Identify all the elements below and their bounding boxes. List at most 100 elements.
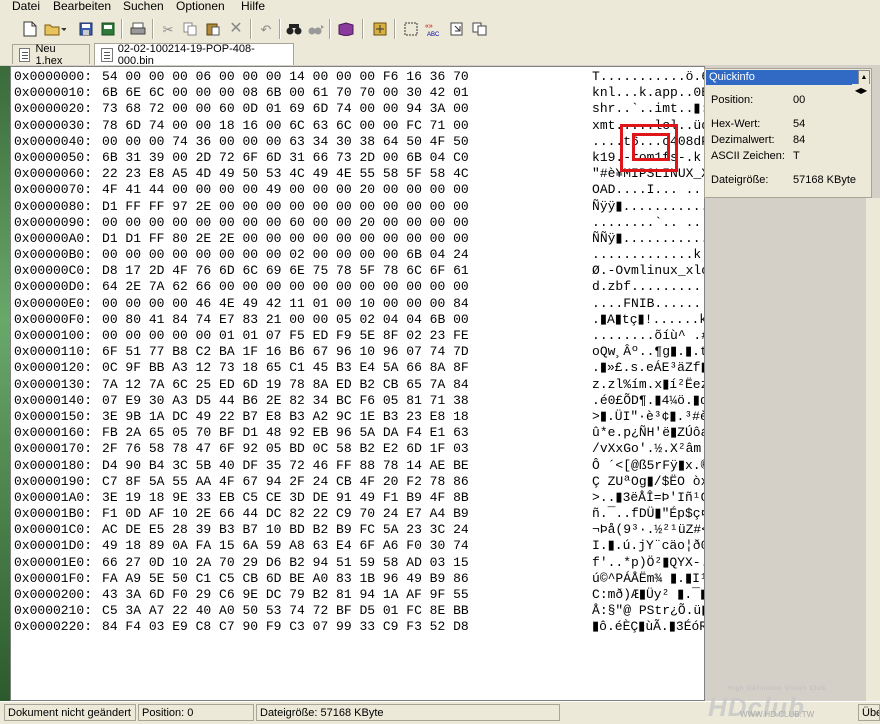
save-icon[interactable] (76, 19, 96, 39)
hex-row-bytes[interactable]: 00 80 41 84 74 E7 83 21 00 00 05 02 04 0… (102, 312, 574, 328)
hex-row[interactable]: 0x0000040: 00 00 00 74 36 00 00 00 63 34 … (14, 134, 704, 150)
hex-row[interactable]: 0x0000150: 3E 9B 1A DC 49 22 B7 E8 B3 A2 … (14, 409, 704, 425)
hex-row-bytes[interactable]: 0C 9F BB A3 12 73 18 65 C1 45 B3 E4 5A 6… (102, 360, 574, 376)
hex-row-text[interactable]: Ø.-Ovmlinux_xloa (592, 263, 704, 279)
hex-row[interactable]: 0x00000D0: 64 2E 7A 62 66 00 00 00 00 00 … (14, 279, 704, 295)
hex-row-text[interactable]: /vXxGo'.½.X²âm.. (592, 441, 704, 457)
hex-row[interactable]: 0x0000000: 54 00 00 00 06 00 00 00 14 00 … (14, 69, 704, 85)
hex-row-text[interactable]: C:mð)Æ▮Üy² ▮.¯▮U (592, 587, 704, 603)
vertical-scrollbar[interactable] (866, 198, 880, 701)
hex-row-text[interactable]: z.zl%ím.x▮í²Ëez▮ (592, 377, 704, 393)
cut-icon[interactable]: ✂ (158, 19, 178, 39)
hex-row-text[interactable]: ÑÑÿ▮............ (592, 231, 704, 247)
hex-row-bytes[interactable]: 54 00 00 00 06 00 00 00 14 00 00 00 F6 1… (102, 69, 574, 85)
hex-row-bytes[interactable]: 66 27 0D 10 2A 70 29 D6 B2 94 51 59 58 A… (102, 555, 574, 571)
hex-row-bytes[interactable]: 2F 76 58 78 47 6F 92 05 BD 0C 58 B2 E2 6… (102, 441, 574, 457)
hex-row-bytes[interactable]: C5 3A A7 22 40 A0 50 53 74 72 BF D5 01 F… (102, 603, 574, 619)
hex-row-text[interactable]: ¬Þå(9³·.½²¹üZ#<$ (592, 522, 704, 538)
menu-datei[interactable]: Datei (12, 0, 40, 15)
hex-editor[interactable]: 0x0000000: 54 00 00 00 06 00 00 00 14 00 … (10, 66, 705, 701)
hex-row[interactable]: 0x00000F0: 00 80 41 84 74 E7 83 21 00 00 … (14, 312, 704, 328)
hex-row-bytes[interactable]: 6B 31 39 00 2D 72 6F 6D 31 66 73 2D 00 6… (102, 150, 574, 166)
hex-row-bytes[interactable]: FB 2A 65 05 70 BF D1 48 92 EB 96 5A DA F… (102, 425, 574, 441)
hex-row-bytes[interactable]: 43 3A 6D F0 29 C6 9E DC 79 B2 81 94 1A A… (102, 587, 574, 603)
hex-row-text[interactable]: T...........ö.6p (592, 69, 704, 85)
paste-icon[interactable] (203, 19, 223, 39)
hex-row-text[interactable]: Ñÿÿ▮............ (592, 199, 704, 215)
hex-row-text[interactable]: û*e.p¿ÑH'ë▮ZÚôác (592, 425, 704, 441)
menu-suchen[interactable]: Suchen (123, 0, 164, 15)
hex-row[interactable]: 0x00001C0: AC DE E5 28 39 B3 B7 10 BD B2 … (14, 522, 704, 538)
hex-row-bytes[interactable]: 49 18 89 0A FA 15 6A 59 A8 63 E4 6F A6 F… (102, 538, 574, 554)
hex-row-bytes[interactable]: 4F 41 44 00 00 00 00 49 00 00 00 20 00 0… (102, 182, 574, 198)
hex-row[interactable]: 0x0000050: 6B 31 39 00 2D 72 6F 6D 31 66 … (14, 150, 704, 166)
hex-row[interactable]: 0x0000080: D1 FF FF 97 2E 00 00 00 00 00 … (14, 199, 704, 215)
hex-row-text[interactable]: >▮.ÜI"·è³¢▮.³#è. (592, 409, 704, 425)
hex-row[interactable]: 0x0000030: 78 6D 74 00 00 18 16 00 6C 63 … (14, 118, 704, 134)
hex-row-bytes[interactable]: D4 90 B4 3C 5B 40 DF 35 72 46 FF 88 78 1… (102, 458, 574, 474)
hex-row-text[interactable]: Å:§"@ PStr¿Õ.ü▮» (592, 603, 704, 619)
convert-icon[interactable]: «» ABC (424, 19, 444, 39)
hex-row[interactable]: 0x0000190: C7 8F 5A 55 AA 4F 67 94 2F 24 … (14, 474, 704, 490)
hex-row[interactable]: 0x0000110: 6F 51 77 B8 C2 BA 1F 16 B6 67 … (14, 344, 704, 360)
hex-row[interactable]: 0x00000B0: 00 00 00 00 00 00 00 00 02 00 … (14, 247, 704, 263)
quickinfo-nav-arrows[interactable]: ◀▶ (852, 84, 870, 98)
hex-row[interactable]: 0x0000170: 2F 76 58 78 47 6F 92 05 BD 0C … (14, 441, 704, 457)
delete-icon[interactable]: ✕ (226, 19, 246, 39)
hex-row[interactable]: 0x00001A0: 3E 19 18 9E 33 EB C5 CE 3D DE … (14, 490, 704, 506)
hex-row-text[interactable]: ........`.. .... (592, 215, 704, 231)
hex-row-bytes[interactable]: 64 2E 7A 62 66 00 00 00 00 00 00 00 00 0… (102, 279, 574, 295)
hex-row-text[interactable]: >..▮3ëÅÎ=Þ'Iñ¹O▮ (592, 490, 704, 506)
bookmark-icon[interactable] (336, 19, 356, 39)
hex-row[interactable]: 0x00001B0: F1 0D AF 10 2E 66 44 DC 82 22 … (14, 506, 704, 522)
export-icon[interactable] (447, 19, 467, 39)
hex-row-bytes[interactable]: FA A9 5E 50 C1 C5 CB 6D BE A0 83 1B 96 4… (102, 571, 574, 587)
hex-row[interactable]: 0x00001E0: 66 27 0D 10 2A 70 29 D6 B2 94 … (14, 555, 704, 571)
hex-row-text[interactable]: .▮A▮tç▮!......k. (592, 312, 704, 328)
hex-row[interactable]: 0x00000C0: D8 17 2D 4F 76 6D 6C 69 6E 75 … (14, 263, 704, 279)
hex-row-text[interactable]: ........õíù^ .#þ (592, 328, 704, 344)
hex-row-text[interactable]: oQw¸Âº..¶g▮.▮.t} (592, 344, 704, 360)
hex-row-text[interactable]: OAD....I... .... (592, 182, 704, 198)
tab-neu-1-hex[interactable]: Neu 1.hex (12, 43, 90, 67)
settings-icon[interactable] (370, 19, 390, 39)
hex-row-text[interactable]: ....FNIB.......▮ (592, 296, 704, 312)
hex-row-text[interactable]: .é0£ÕD¶.▮4¼ö.▮q8 (592, 393, 704, 409)
hex-row-bytes[interactable]: 7A 12 7A 6C 25 ED 6D 19 78 8A ED B2 CB 6… (102, 377, 574, 393)
hex-row-text[interactable]: I.▮.ú.jY¨cäo¦ð0t (592, 538, 704, 554)
open-folder-icon[interactable] (42, 19, 68, 39)
menu-hilfe[interactable]: Hilfe (241, 0, 265, 15)
hex-row[interactable]: 0x0000060: 22 23 E8 A5 4D 49 50 53 4C 49 … (14, 166, 704, 182)
hex-row-bytes[interactable]: 00 00 00 00 00 00 00 00 02 00 00 00 00 6… (102, 247, 574, 263)
undo-icon[interactable]: ↶ (256, 19, 276, 39)
new-file-icon[interactable] (20, 19, 40, 39)
hex-row[interactable]: 0x0000070: 4F 41 44 00 00 00 00 49 00 00 … (14, 182, 704, 198)
hex-row-text[interactable]: Ô ´<[@ß5rFÿ▮x.®¾ (592, 458, 704, 474)
hex-row-bytes[interactable]: 73 68 72 00 00 60 0D 01 69 6D 74 00 00 9… (102, 101, 574, 117)
hex-row-text[interactable]: ñ.¯..fDÜ▮"Ép$ç¤¹ (592, 506, 704, 522)
hex-row[interactable]: 0x0000220: 84 F4 03 E9 C8 C7 90 F9 C3 07 … (14, 619, 704, 635)
hex-row[interactable]: 0x0000200: 43 3A 6D F0 29 C6 9E DC 79 B2 … (14, 587, 704, 603)
hex-row[interactable]: 0x0000130: 7A 12 7A 6C 25 ED 6D 19 78 8A … (14, 377, 704, 393)
hex-row-text[interactable]: knl...k.app..0B. (592, 85, 704, 101)
hex-row-text[interactable]: ú©^PÁÅËm¾ ▮.▮I¹▮ (592, 571, 704, 587)
hex-row[interactable]: 0x0000180: D4 90 B4 3C 5B 40 DF 35 72 46 … (14, 458, 704, 474)
hex-row[interactable]: 0x0000160: FB 2A 65 05 70 BF D1 48 92 EB … (14, 425, 704, 441)
hex-row[interactable]: 0x0000020: 73 68 72 00 00 60 0D 01 69 6D … (14, 101, 704, 117)
hex-row-text[interactable]: .▮»£.s.eÁE³äZf▮▮ (592, 360, 704, 376)
hex-row-text[interactable]: shr..`..imt..▮:. (592, 101, 704, 117)
hex-row-text[interactable]: d.zbf........... (592, 279, 704, 295)
find-next-icon[interactable] (306, 19, 326, 39)
hex-row[interactable]: 0x00001D0: 49 18 89 0A FA 15 6A 59 A8 63 … (14, 538, 704, 554)
tab-bin-file[interactable]: 02-02-100214-19-POP-408-000.bin (94, 43, 294, 67)
find-icon[interactable] (284, 19, 304, 39)
hex-row-bytes[interactable]: 22 23 E8 A5 4D 49 50 53 4C 49 4E 55 58 5… (102, 166, 574, 182)
hex-row[interactable]: 0x0000100: 00 00 00 00 00 01 01 07 F5 ED … (14, 328, 704, 344)
hex-row-bytes[interactable]: 00 00 00 00 00 01 01 07 F5 ED F9 5E 8F 0… (102, 328, 574, 344)
hex-row[interactable]: 0x0000210: C5 3A A7 22 40 A0 50 53 74 72 … (14, 603, 704, 619)
hex-row-bytes[interactable]: F1 0D AF 10 2E 66 44 DC 82 22 C9 70 24 E… (102, 506, 574, 522)
hex-row[interactable]: 0x0000090: 00 00 00 00 00 00 00 00 60 00 … (14, 215, 704, 231)
hex-row-bytes[interactable]: 3E 19 18 9E 33 EB C5 CE 3D DE 91 49 F1 B… (102, 490, 574, 506)
hex-row-bytes[interactable]: 00 00 00 00 00 00 00 00 60 00 00 20 00 0… (102, 215, 574, 231)
hex-row-text[interactable]: ▮ô.éÈÇ▮ùÃ.▮3ÉóRØ (592, 619, 704, 635)
